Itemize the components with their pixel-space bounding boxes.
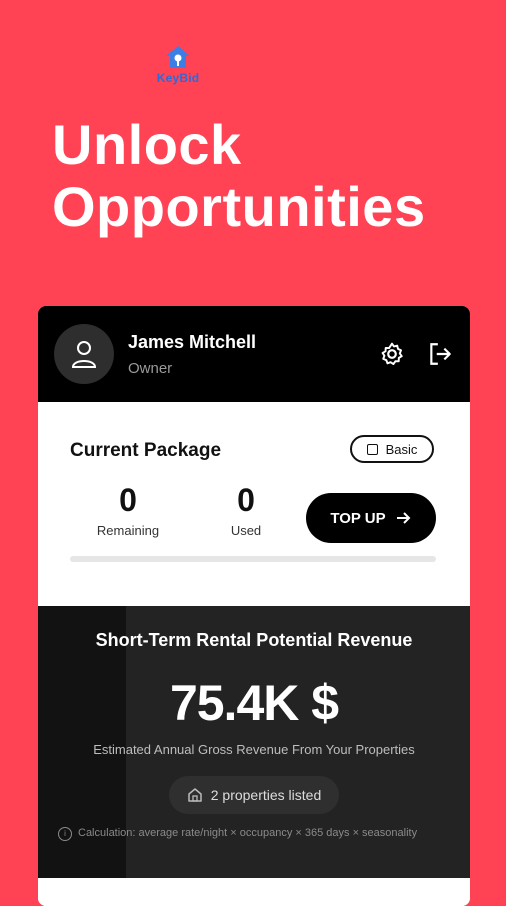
remaining-value: 0 [119,482,137,518]
user-name: James Mitchell [128,331,257,352]
next-section [38,878,470,906]
user-info: James Mitchell Owner [128,332,358,377]
used-stat: 0 Used [196,482,296,538]
brand-logo: KeyBid [152,44,204,90]
user-role: Owner [128,359,173,377]
calculation-text: Calculation: average rate/night × occupa… [78,827,418,839]
properties-chip-label: 2 properties listed [210,787,322,803]
settings-button[interactable] [378,340,406,368]
gear-icon [381,342,403,366]
package-usage-bar [70,556,436,562]
package-title: Current Package [70,440,222,461]
remaining-stat: 0 Remaining [78,482,178,538]
calculation-note: i Calculation: average rate/night × occu… [58,826,438,841]
avatar[interactable] [54,324,114,384]
top-up-button[interactable]: TOP UP [306,493,436,543]
properties-chip[interactable]: 2 properties listed [169,776,339,814]
profile-header: James Mitchell Owner [38,306,470,402]
used-label: Used [230,523,262,538]
revenue-title: Short-Term Rental Potential Revenue [95,630,413,650]
checkbox-icon [366,443,378,455]
arrow-right-icon [396,512,411,524]
logout-button[interactable] [426,340,454,368]
house-key-logo-icon [166,46,190,68]
revenue-amount: 75.4K $ [169,675,339,731]
user-icon [71,341,97,368]
home-icon [187,788,202,802]
plan-badge-label: Basic [385,441,418,457]
account-card: James Mitchell Owner Current Package Bas… [38,306,470,906]
headline: Unlock Opportunities [52,114,426,238]
logout-icon [430,343,451,365]
revenue-panel: Short-Term Rental Potential Revenue 75.4… [38,606,470,878]
headline-line-2: Opportunities [52,175,426,238]
remaining-label: Remaining [96,523,160,538]
top-up-label: TOP UP [330,509,386,527]
used-value: 0 [237,482,255,518]
info-icon: i [58,827,72,841]
plan-badge[interactable]: Basic [350,435,434,463]
revenue-subtitle: Estimated Annual Gross Revenue From Your… [93,742,415,757]
brand-name: KeyBid [156,71,200,85]
headline-line-1: Unlock [52,113,242,176]
